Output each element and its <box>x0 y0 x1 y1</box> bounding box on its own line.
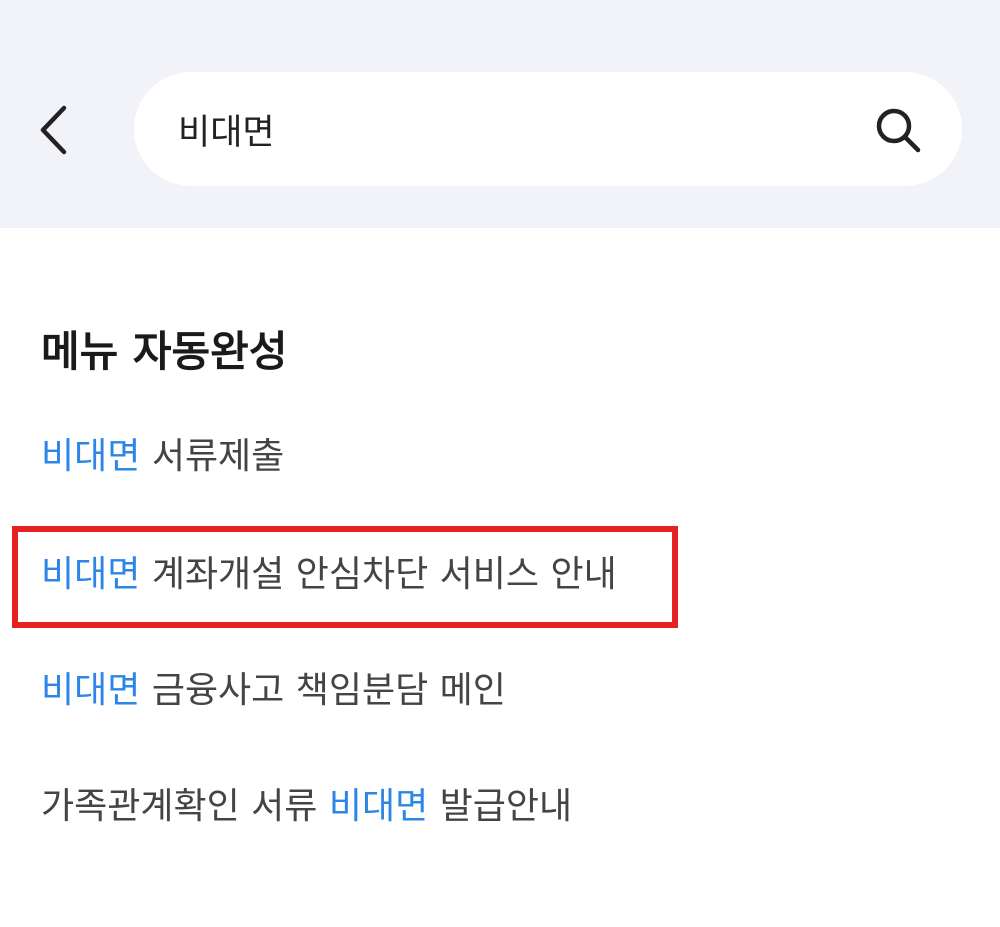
search-box <box>134 72 962 186</box>
back-button[interactable] <box>22 92 86 168</box>
suggestion-suffix: 서류제출 <box>140 436 285 477</box>
search-icon <box>876 108 921 153</box>
autocomplete-title: 메뉴 자동완성 <box>41 327 288 376</box>
suggestion-item[interactable]: 비대면 금융사고 책임분담 메인 <box>41 659 506 723</box>
suggestion-item[interactable]: 가족관계확인 서류 비대면 발급안내 <box>41 775 572 839</box>
suggestion-highlight: 비대면 <box>41 554 141 595</box>
search-button[interactable] <box>870 102 926 158</box>
search-header <box>0 0 1000 228</box>
suggestion-prefix: 가족관계확인 서류 <box>41 786 329 827</box>
suggestion-item[interactable]: 비대면 서류제출 <box>41 425 284 489</box>
suggestion-item[interactable]: 비대면 계좌개설 안심차단 서비스 안내 <box>41 543 617 607</box>
suggestion-suffix: 금융사고 책임분담 메인 <box>140 670 506 711</box>
suggestion-suffix: 계좌개설 안심차단 서비스 안내 <box>140 554 617 595</box>
chevron-left-icon <box>40 105 67 155</box>
search-input[interactable] <box>178 94 818 164</box>
suggestion-highlight: 비대면 <box>328 786 429 827</box>
suggestion-highlight: 비대면 <box>41 436 141 477</box>
suggestion-highlight: 비대면 <box>41 670 141 711</box>
suggestion-suffix: 발급안내 <box>428 786 573 827</box>
